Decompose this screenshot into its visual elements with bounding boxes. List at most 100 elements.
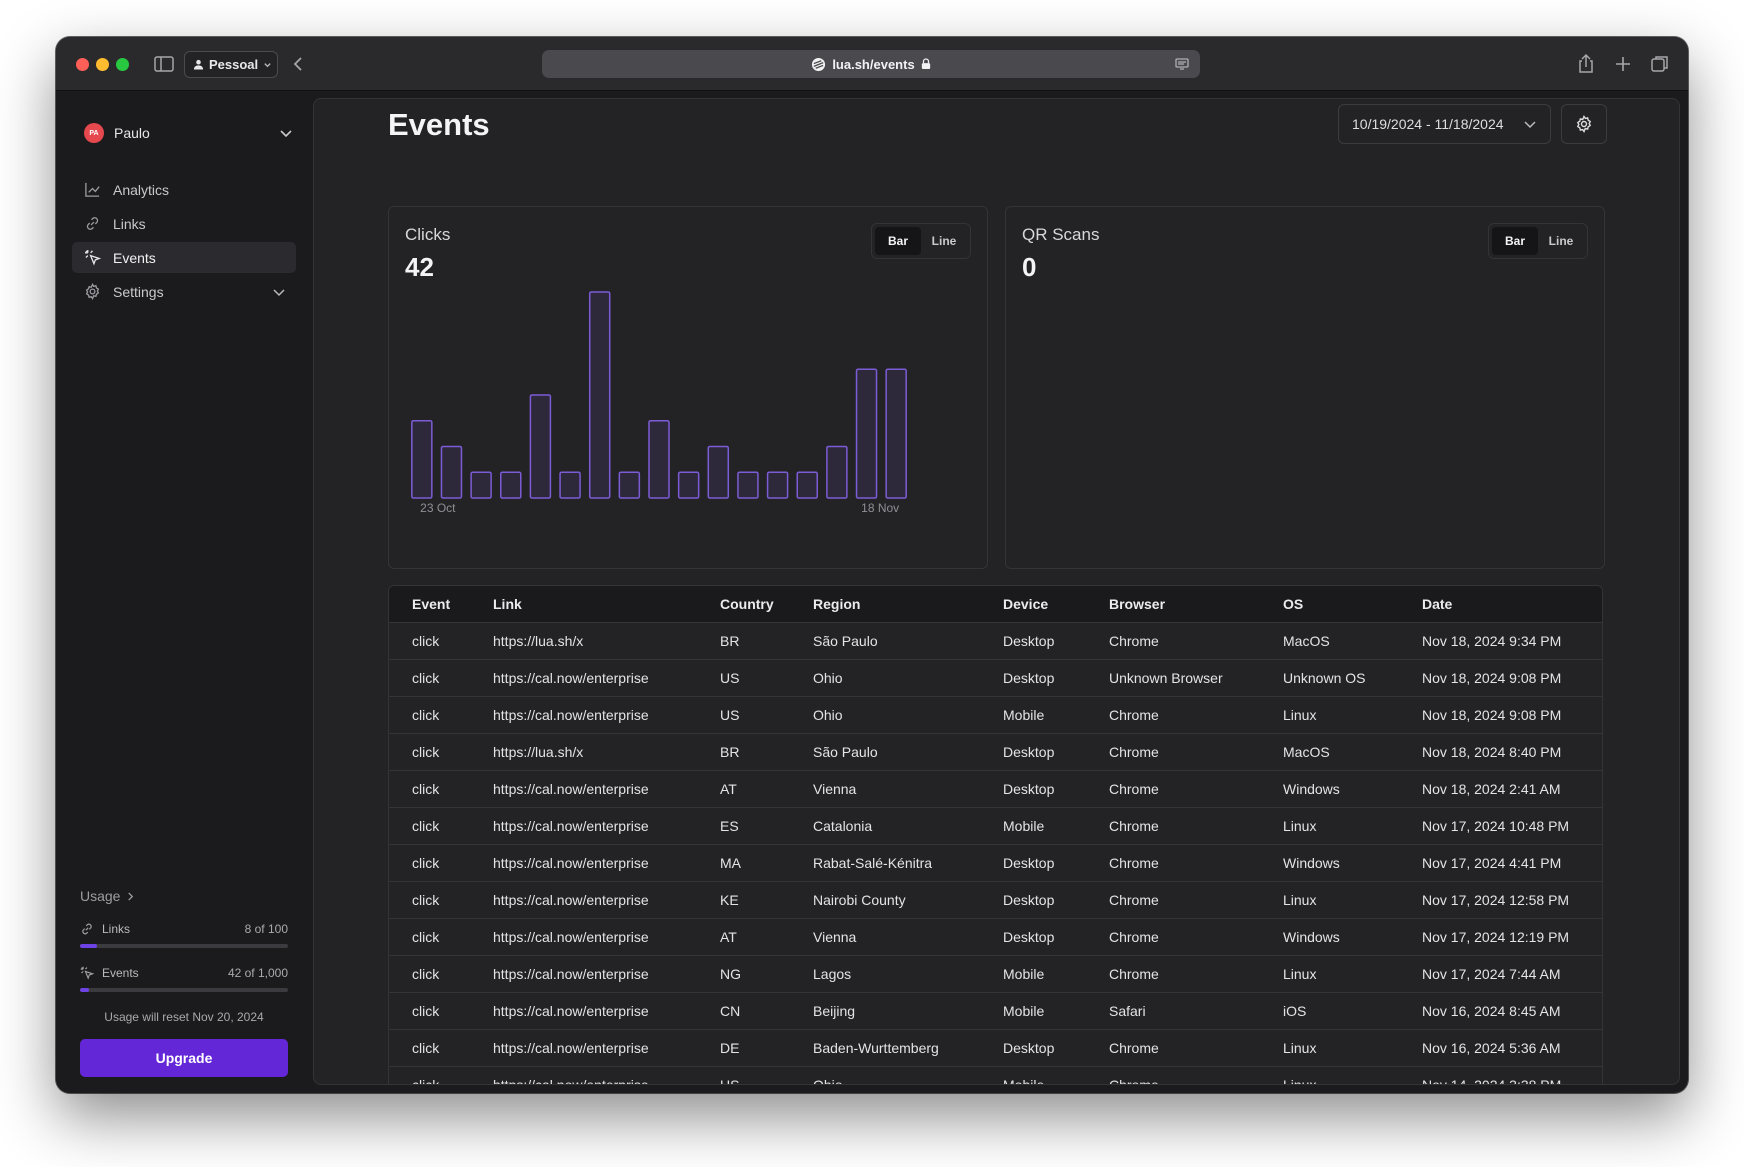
table-row[interactable]: click https://cal.now/enterprise US Ohio Mob… [389,696,1602,734]
browser-window: Pessoal lua.sh/events PA Paulo Analytics… [56,37,1688,1093]
x-tick-label: 23 Oct [420,501,456,515]
table-cell: Nov 18, 2024 8:40 PM [1422,733,1602,771]
settings-button[interactable] [1561,104,1607,144]
table-row[interactable]: click https://cal.now/enterprise ES Catalon… [389,807,1602,845]
table-row[interactable]: click https://cal.now/enterprise CN Beijing… [389,992,1602,1030]
table-row[interactable]: click https://cal.now/enterprise US Ohio Mob… [389,1066,1602,1084]
table-cell: Catalonia [813,807,1003,845]
chart-bar[interactable] [855,368,878,499]
table-cell: click [389,807,493,845]
cursor-click-icon [84,249,101,266]
table-cell: Nov 18, 2024 9:08 PM [1422,696,1602,734]
table-cell: Unknown Browser [1109,659,1283,697]
table-cell: Mobile [1003,807,1109,845]
table-row[interactable]: click https://cal.now/enterprise US Ohio Des… [389,659,1602,697]
qr-bar-option[interactable]: Bar [1492,227,1538,255]
sidebar-toggle-icon[interactable] [153,53,175,75]
table-cell: Nairobi County [813,881,1003,919]
table-row[interactable]: click https://cal.now/enterprise KE Nairobi… [389,881,1602,919]
table-cell: CN [720,992,813,1030]
chart-bar[interactable] [440,445,463,499]
table-cell: https://cal.now/enterprise [493,844,720,882]
table-cell: https://cal.now/enterprise [493,1066,720,1084]
usage-link[interactable]: Usage [80,888,288,904]
table-cell: MacOS [1283,733,1422,771]
sidebar-item-label: Links [113,215,146,232]
chart-bar[interactable] [677,471,700,499]
clicks-bar-option[interactable]: Bar [875,227,921,255]
chevron-down-icon [280,130,292,138]
chart-bar[interactable] [885,368,907,499]
avatar: PA [84,123,104,143]
chevron-down-icon [264,63,271,68]
new-tab-icon[interactable] [1612,53,1634,75]
sidebar-item-analytics[interactable]: Analytics [72,174,296,205]
table-row[interactable]: click https://cal.now/enterprise DE Baden-W… [389,1029,1602,1067]
minimize-window-button[interactable] [96,58,109,71]
table-cell: Nov 18, 2024 9:08 PM [1422,659,1602,697]
usage-events-progress [80,988,288,992]
clicks-line-option[interactable]: Line [921,227,967,255]
chart-bar[interactable] [618,471,641,499]
close-window-button[interactable] [76,58,89,71]
table-cell: Chrome [1109,1029,1283,1067]
table-cell: Vienna [813,918,1003,956]
chart-bar[interactable] [559,471,581,499]
maximize-window-button[interactable] [116,58,129,71]
table-row[interactable]: click https://lua.sh/x BR São Paulo Desktop C… [389,622,1602,660]
qr-scans-value: 0 [1022,252,1037,282]
address-bar[interactable]: lua.sh/events [542,50,1200,78]
chart-bar[interactable] [648,420,670,499]
column-header: Event [389,586,493,623]
table-row[interactable]: click https://cal.now/enterprise NG Lagos Mo… [389,955,1602,993]
qr-line-option[interactable]: Line [1538,227,1584,255]
chart-bar[interactable] [826,445,848,499]
chart-bar[interactable] [737,471,759,499]
table-cell: MA [720,844,813,882]
account-switcher[interactable]: PA Paulo [84,121,294,145]
table-cell: Windows [1283,844,1422,882]
table-row[interactable]: click https://cal.now/enterprise AT Vienna D… [389,770,1602,808]
table-cell: Desktop [1003,733,1109,771]
chevron-right-icon [128,891,134,901]
qr-chart-type-toggle: Bar Line [1488,223,1588,259]
table-cell: Windows [1283,918,1422,956]
table-cell: Chrome [1109,770,1283,808]
table-row[interactable]: click https://lua.sh/x BR São Paulo Desktop C… [389,733,1602,771]
table-cell: BR [720,622,813,660]
table-cell: click [389,955,493,993]
chart-bar[interactable] [766,471,789,499]
table-cell: click [389,1066,493,1084]
chart-bar[interactable] [707,445,730,499]
table-cell: São Paulo [813,622,1003,660]
clicks-label: Clicks [405,225,451,244]
table-cell: Mobile [1003,955,1109,993]
chart-bar[interactable] [796,471,818,499]
chart-bar[interactable] [529,394,552,499]
chart-bar[interactable] [588,291,611,499]
table-row[interactable]: click https://cal.now/enterprise MA Rabat-S… [389,844,1602,882]
table-cell: click [389,918,493,956]
sidebar-item-settings[interactable]: Settings [72,276,296,307]
table-cell: Linux [1283,1029,1422,1067]
usage-links-progress [80,944,288,948]
chevron-down-icon [1524,121,1536,129]
table-cell: ES [720,807,813,845]
reader-mode-icon[interactable] [1174,56,1190,72]
usage-events-progress-fill [80,988,89,992]
table-row[interactable]: click https://cal.now/enterprise AT Vienna D… [389,918,1602,956]
table-cell: click [389,844,493,882]
chart-bar[interactable] [411,420,433,499]
sidebar-item-events[interactable]: Events [72,242,296,273]
upgrade-button[interactable]: Upgrade [80,1039,288,1077]
tab-overview-icon[interactable] [1649,53,1671,75]
table-cell: https://cal.now/enterprise [493,770,720,808]
usage-events-row: Events 42 of 1,000 [80,966,288,992]
chart-bar[interactable] [500,471,522,499]
date-range-picker[interactable]: 10/19/2024 - 11/18/2024 [1338,104,1551,144]
profile-switcher-button[interactable]: Pessoal [184,51,278,78]
back-icon[interactable] [288,53,310,75]
chart-bar[interactable] [470,471,492,499]
sidebar-item-links[interactable]: Links [72,208,296,239]
share-icon[interactable] [1575,53,1597,75]
